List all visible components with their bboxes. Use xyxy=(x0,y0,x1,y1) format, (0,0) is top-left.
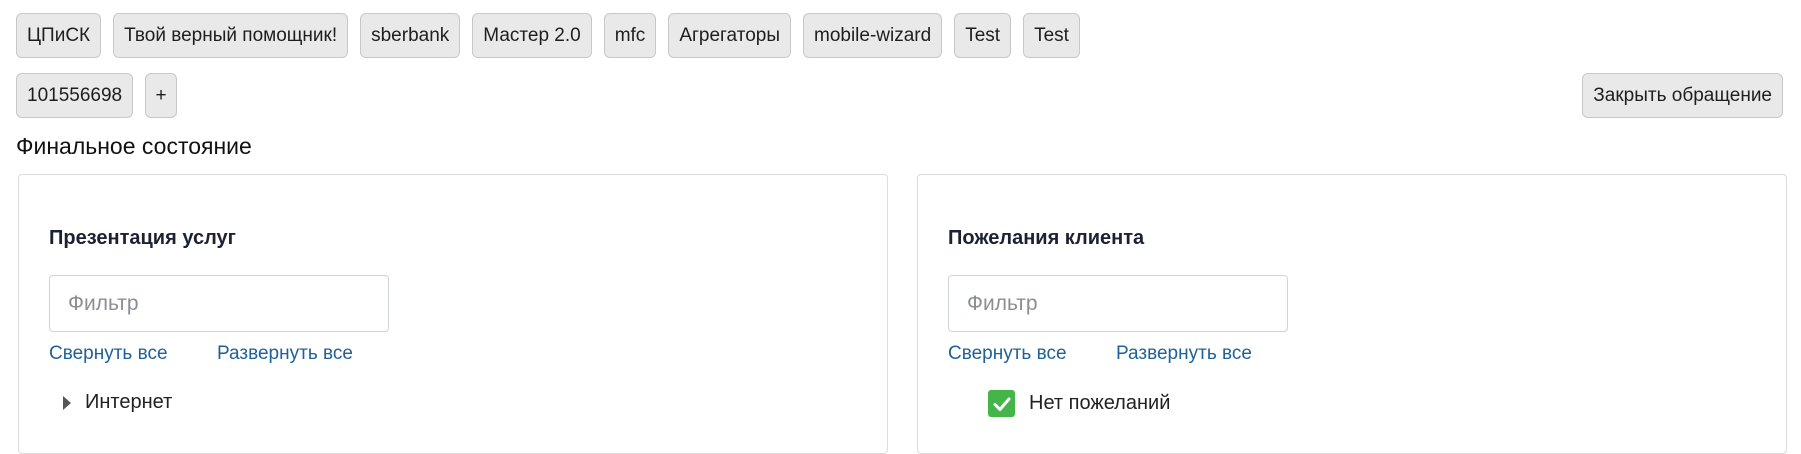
section-title: Финальное состояние xyxy=(16,133,252,159)
collapse-all-link[interactable]: Свернуть все xyxy=(49,343,168,365)
services-presentation-panel: Презентация услуг Свернуть все Развернут… xyxy=(18,174,888,454)
tab-mfc[interactable]: mfc xyxy=(603,13,657,58)
tab-master-2[interactable]: Мастер 2.0 xyxy=(472,13,592,58)
expand-all-link[interactable]: Развернуть все xyxy=(217,343,353,365)
tree-item-label: Интернет xyxy=(85,391,173,413)
no-wishes-checkbox-item[interactable]: Нет пожеланий xyxy=(988,390,1170,417)
tree-item-internet[interactable]: Интернет xyxy=(63,391,172,414)
tab-mobile-wizard[interactable]: mobile-wizard xyxy=(803,13,943,58)
add-tab-button[interactable]: + xyxy=(145,73,178,118)
filter-input[interactable] xyxy=(49,275,389,332)
checkbox-checked-icon[interactable] xyxy=(988,390,1015,417)
filter-input[interactable] xyxy=(948,275,1288,332)
tabs-row: ЦПиСК Твой верный помощник! sberbank Мас… xyxy=(16,13,1080,58)
client-wishes-panel: Пожелания клиента Свернуть все Развернут… xyxy=(917,174,1787,454)
tab-test-2[interactable]: Test xyxy=(1023,13,1080,58)
collapse-all-link[interactable]: Свернуть все xyxy=(948,343,1067,365)
tab-agregatory[interactable]: Агрегаторы xyxy=(668,13,791,58)
checkbox-label: Нет пожеланий xyxy=(1029,392,1171,414)
panel-heading: Пожелания клиента xyxy=(948,227,1145,249)
caret-right-icon[interactable] xyxy=(63,395,71,410)
panel-heading: Презентация услуг xyxy=(49,227,236,249)
tab-101556698[interactable]: 101556698 xyxy=(16,73,134,118)
tabs-row-2: 101556698 + xyxy=(16,73,178,118)
tab-test-1[interactable]: Test xyxy=(954,13,1012,58)
tab-cpisk[interactable]: ЦПиСК xyxy=(16,13,102,58)
tab-sberbank[interactable]: sberbank xyxy=(360,13,461,58)
close-ticket-button[interactable]: Закрыть обращение xyxy=(1582,73,1783,118)
expand-all-link[interactable]: Развернуть все xyxy=(1116,343,1252,365)
tab-tvoy-verny-pomoshnik[interactable]: Твой верный помощник! xyxy=(113,13,349,58)
